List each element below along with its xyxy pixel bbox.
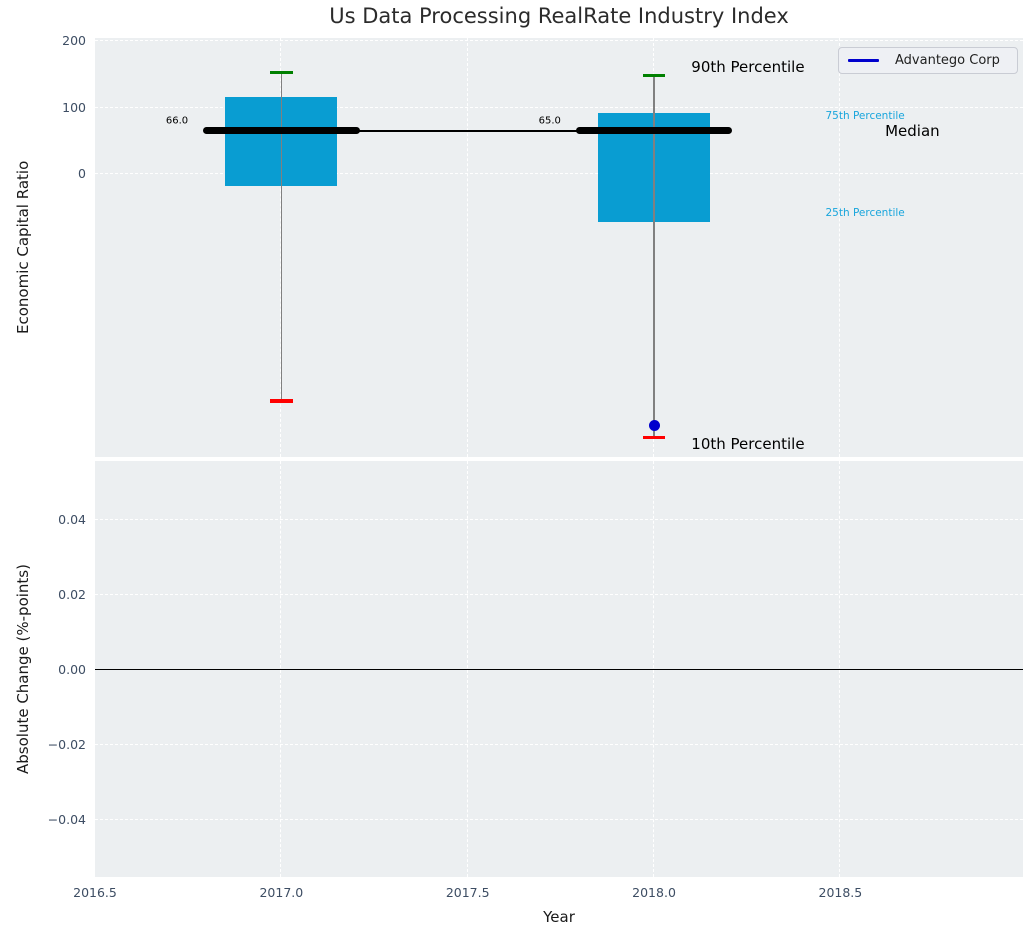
y-tick-label: −0.02	[0, 737, 86, 753]
median-line	[203, 127, 360, 134]
y-tick-label: 100	[0, 100, 86, 116]
axes-absolute-change	[95, 461, 1023, 877]
median-line	[576, 127, 733, 134]
legend: Advantego Corp	[838, 47, 1018, 74]
annotation: 75th Percentile	[825, 110, 904, 122]
legend-line-swatch	[848, 59, 879, 62]
x-tick-label: 2018.0	[619, 885, 689, 900]
y-tick-label: 0.02	[0, 587, 86, 603]
zero-line	[95, 669, 1023, 670]
gridline-horizontal	[95, 744, 1023, 745]
x-tick-label: 2016.5	[60, 885, 130, 900]
annotation: Median	[885, 122, 940, 140]
chart-title: Us Data Processing RealRate Industry Ind…	[95, 4, 1023, 28]
y-tick-label: 0.00	[0, 662, 86, 678]
x-tick-label: 2017.5	[433, 885, 503, 900]
p10-cap	[643, 436, 665, 440]
whisker-line	[281, 73, 283, 401]
gridline-vertical	[94, 38, 95, 457]
gridline-vertical	[467, 38, 468, 457]
legend-label: Advantego Corp	[895, 53, 1000, 68]
annotation: 10th Percentile	[691, 435, 804, 453]
gridline-horizontal	[95, 594, 1023, 595]
axes-economic-capital-ratio: 90th Percentile 10th Percentile Median75th…	[95, 38, 1023, 457]
company-marker-dot	[649, 420, 660, 431]
annotation: 25th Percentile	[825, 207, 904, 219]
gridline-vertical	[839, 38, 840, 457]
gridline-horizontal	[95, 819, 1023, 820]
p90-cap	[270, 71, 292, 74]
y-tick-label: −0.04	[0, 812, 86, 828]
gridline-horizontal	[95, 519, 1023, 520]
annotation: 66.0	[166, 116, 188, 127]
p10-cap	[270, 399, 292, 403]
x-tick-label: 2018.5	[805, 885, 875, 900]
annotation: 90th Percentile	[691, 58, 804, 76]
y-tick-label: 0	[0, 166, 86, 182]
gridline-horizontal	[95, 40, 1023, 41]
x-tick-label: 2017.0	[246, 885, 316, 900]
x-axis-label: Year	[95, 908, 1023, 926]
p90-cap	[643, 74, 665, 77]
figure: Us Data Processing RealRate Industry Ind…	[0, 0, 1034, 942]
annotation: 65.0	[539, 116, 561, 127]
y-tick-label: 0.04	[0, 512, 86, 528]
y-tick-label: 200	[0, 33, 86, 49]
